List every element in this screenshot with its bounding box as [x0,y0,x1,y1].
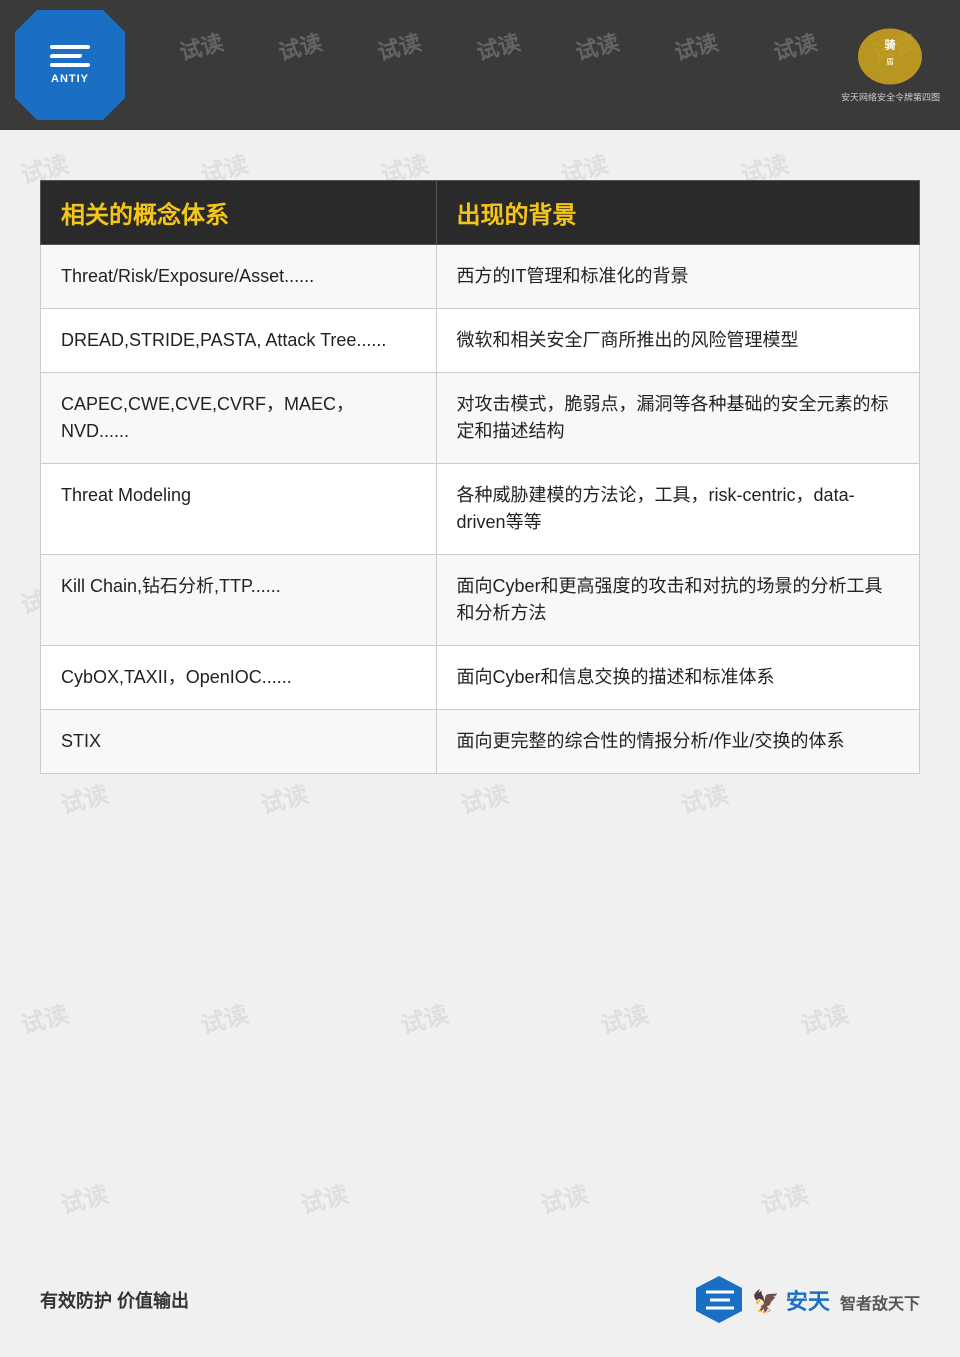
watermark-8: 试读 [770,25,821,67]
footer: 有效防护 价值输出 🦅 安天 智者敌天下 [0,1272,960,1327]
watermark-2: 试读 [176,25,227,67]
header: 试读 试读 试读 试读 试读 试读 试读 试读 试读 ANTIY 骑 盾 安天网… [0,0,960,130]
logo-lines [50,45,90,67]
watermark-6: 试读 [572,25,623,67]
table-cell-concept-1: DREAD,STRIDE,PASTA, Attack Tree...... [41,309,437,373]
table-cell-background-4: 面向Cyber和更高强度的攻击和对抗的场景的分析工具和分析方法 [436,555,919,646]
watermark-5: 试读 [473,25,524,67]
col-header-background: 出现的背景 [436,181,919,245]
table-row: STIX面向更完整的综合性的情报分析/作业/交换的体系 [41,710,920,774]
logo-label: ANTIY [51,73,89,85]
footer-slogan: 有效防护 价值输出 [40,1287,189,1313]
table-row: Kill Chain,钻石分析,TTP......面向Cyber和更高强度的攻击… [41,555,920,646]
table-cell-background-3: 各种威胁建模的方法论，工具，risk-centric，data-driven等等 [436,464,919,555]
table-cell-concept-2: CAPEC,CWE,CVE,CVRF，MAEC，NVD...... [41,373,437,464]
watermark-7: 试读 [671,25,722,67]
table-cell-background-6: 面向更完整的综合性的情报分析/作业/交换的体系 [436,710,919,774]
header-right-sub-text: 安天网络安全令牌第四图 [841,91,940,104]
table-cell-background-0: 西方的IT管理和标准化的背景 [436,245,919,309]
antiy-logo: ANTIY [15,10,125,120]
table-cell-concept-0: Threat/Risk/Exposure/Asset...... [41,245,437,309]
concepts-table: 相关的概念体系 出现的背景 Threat/Risk/Exposure/Asset… [40,180,920,774]
table-row: CAPEC,CWE,CVE,CVRF，MAEC，NVD......对攻击模式，脆… [41,373,920,464]
bw-22: 试读 [596,994,651,1040]
table-cell-concept-6: STIX [41,710,437,774]
svg-text:盾: 盾 [886,57,894,67]
footer-antiy-icon [692,1272,747,1327]
logo-line-1 [50,45,90,49]
footer-logo-brand: 🦅 安天 智者敌天下 [752,1284,920,1316]
footer-logo: 🦅 安天 智者敌天下 [692,1272,920,1327]
logo-line-3 [50,63,90,67]
bw-23: 试读 [796,994,851,1040]
table-row: Threat Modeling各种威胁建模的方法论，工具，risk-centri… [41,464,920,555]
bw-21: 试读 [396,994,451,1040]
bw-25: 试读 [296,1174,351,1220]
table-row: DREAD,STRIDE,PASTA, Attack Tree......微软和… [41,309,920,373]
header-right-logo: 骑 盾 安天网络安全令牌第四图 [841,27,940,104]
footer-logo-sub: 智者敌天下 [840,1296,920,1313]
table-cell-background-2: 对攻击模式，脆弱点，漏洞等各种基础的安全元素的标定和描述结构 [436,373,919,464]
logo-line-2 [49,54,82,58]
table-cell-concept-4: Kill Chain,钻石分析,TTP...... [41,555,437,646]
watermark-3: 试读 [275,25,326,67]
table-cell-background-5: 面向Cyber和信息交换的描述和标准体系 [436,646,919,710]
header-watermarks: 试读 试读 试读 试读 试读 试读 试读 试读 试读 [0,0,960,130]
footer-logo-text-group: 🦅 安天 智者敌天下 [752,1284,920,1316]
watermark-4: 试读 [374,25,425,67]
col-header-concepts: 相关的概念体系 [41,181,437,245]
table-row: Threat/Risk/Exposure/Asset......西方的IT管理和… [41,245,920,309]
table-row: CybOX,TAXII，OpenIOC......面向Cyber和信息交换的描述… [41,646,920,710]
table-cell-background-1: 微软和相关安全厂商所推出的风险管理模型 [436,309,919,373]
right-emblem-icon: 骑 盾 [855,27,925,87]
svg-text:骑: 骑 [885,38,896,52]
bw-27: 试读 [756,1174,811,1220]
bw-24: 试读 [56,1174,111,1220]
bw-26: 试读 [536,1174,591,1220]
bw-20: 试读 [196,994,251,1040]
bw-19: 试读 [16,994,71,1040]
table-cell-concept-3: Threat Modeling [41,464,437,555]
main-content: 相关的概念体系 出现的背景 Threat/Risk/Exposure/Asset… [0,130,960,814]
table-cell-concept-5: CybOX,TAXII，OpenIOC...... [41,646,437,710]
